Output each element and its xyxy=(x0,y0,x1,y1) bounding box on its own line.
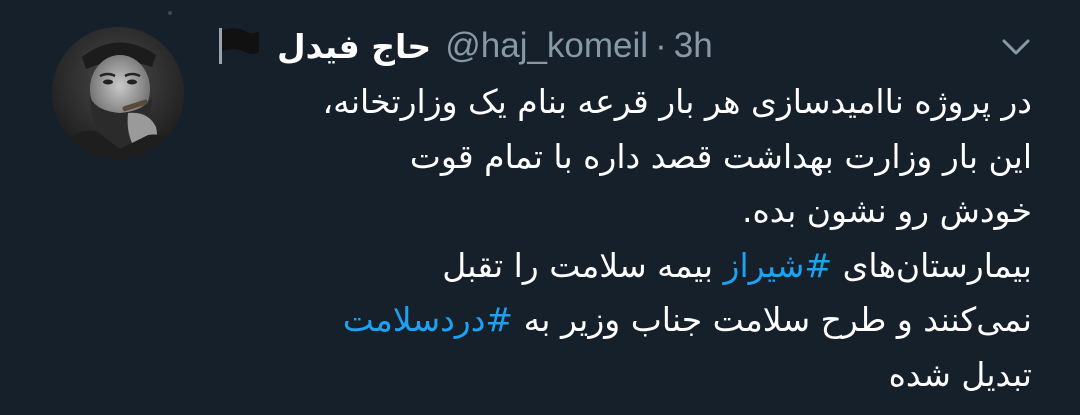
tweet-text-line-5: نمی‌کنند و طرح سلامت جناب وزیر به #دردسل… xyxy=(205,293,1032,348)
tweet-text-line-4: بیمارستان‌های #شیراز بیمه سلامت را تقبل xyxy=(205,239,1032,294)
tweet-text-line-2: این بار وزارت بهداشت قصد داره با تمام قو… xyxy=(409,136,1032,176)
avatar-photo xyxy=(52,27,184,159)
tweet-text: در پروژه ناامیدسازی هر بار قرعه بنام یک … xyxy=(205,75,1032,402)
tweet-text-segment: نمی‌کنند و طرح سلامت جناب وزیر به xyxy=(513,300,1032,339)
tweet-text-line-1: در پروژه ناامیدسازی هر بار قرعه بنام یک … xyxy=(322,82,1032,121)
tweet-text-segment: بیمه سلامت را تقبل xyxy=(442,245,724,285)
separator-dot: · xyxy=(655,26,667,65)
chevron-down-icon[interactable] xyxy=(1000,33,1032,61)
hashtag-link-shiraz[interactable]: #شیراز xyxy=(724,246,833,285)
black-flag-icon xyxy=(215,26,263,66)
tweet-text-segment: بیمارستان‌های xyxy=(832,245,1032,285)
tweet-text-line-3: خودش رو نشون بده. xyxy=(742,191,1032,230)
tweet-card[interactable]: حاج فیدل @haj_komeil · 3h در پروژه ناامی… xyxy=(0,0,1080,415)
user-handle[interactable]: @haj_komeil xyxy=(445,26,648,66)
timestamp[interactable]: 3h xyxy=(674,26,713,66)
tweet-text-line-6: تبدیل شده xyxy=(888,354,1032,394)
avatar[interactable] xyxy=(52,27,184,159)
sliver-dot xyxy=(168,11,172,15)
display-name[interactable]: حاج فیدل xyxy=(277,27,431,66)
previous-tweet-actions-remnant xyxy=(168,0,186,15)
hashtag-link-dardsalamat[interactable]: #دردسلامت xyxy=(343,300,513,339)
tweet-header: حاج فیدل @haj_komeil · 3h xyxy=(215,22,713,70)
